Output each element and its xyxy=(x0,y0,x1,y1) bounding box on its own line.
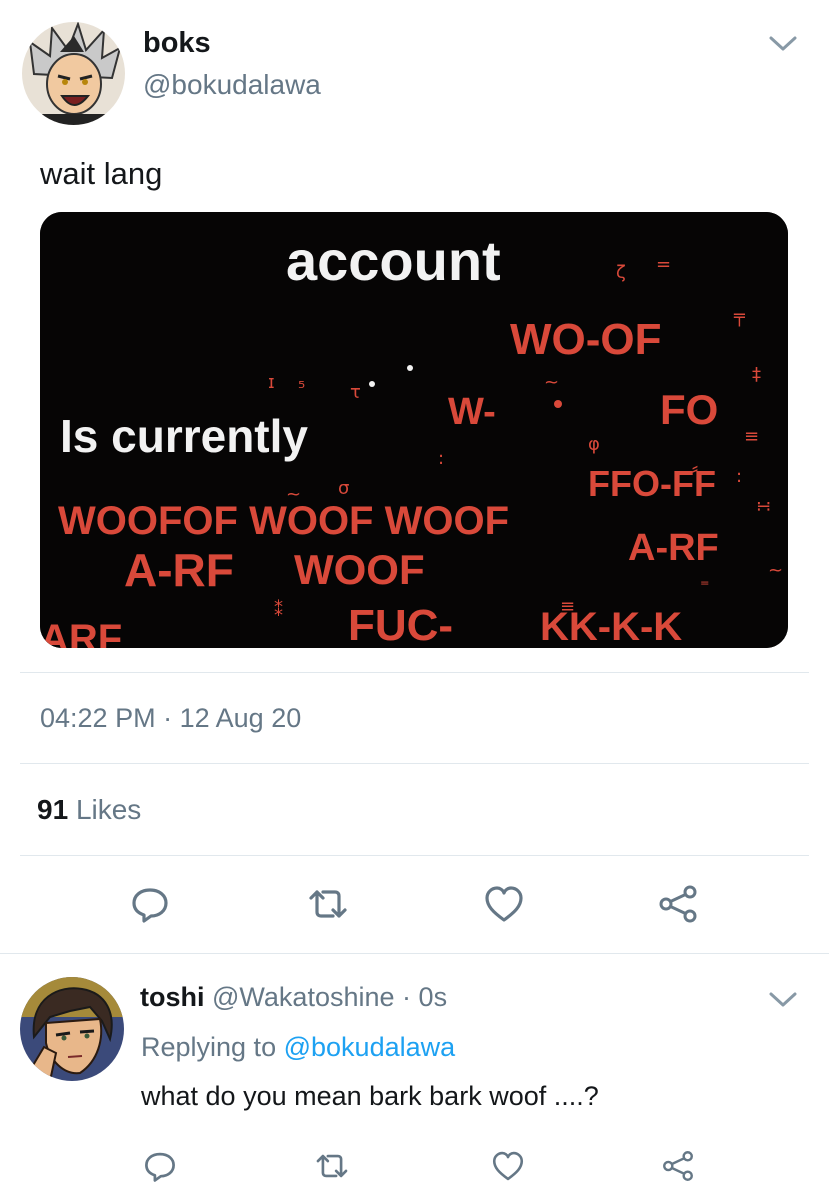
woof-6: A-RF xyxy=(628,527,719,569)
svg-text:~: ~ xyxy=(544,372,559,393)
woof-8: A-RF xyxy=(124,544,234,596)
reply-reply-button[interactable] xyxy=(140,1146,180,1186)
woof-1: WO-OF xyxy=(510,315,662,364)
image-text-currently: Is currently xyxy=(60,410,308,462)
likes-label: Likes xyxy=(75,794,142,825)
timestamp-separator: · xyxy=(163,703,173,733)
svg-text:φ: φ xyxy=(588,434,600,455)
reply-text: what do you mean bark bark woof ....? xyxy=(141,1081,599,1111)
reply-icon xyxy=(145,1152,175,1182)
anime-avatar-icon xyxy=(20,977,124,1081)
reply-display-name[interactable]: toshi xyxy=(140,982,205,1012)
tweet-date: 12 Aug 20 xyxy=(179,703,302,733)
reply-share-button[interactable] xyxy=(658,1146,698,1186)
divider-1 xyxy=(20,672,809,673)
reply-icon xyxy=(132,888,168,923)
retweet-button[interactable] xyxy=(302,880,354,928)
svg-text:σ: σ xyxy=(338,478,349,499)
woof-9: ARF xyxy=(40,617,122,648)
svg-text::: : xyxy=(438,448,444,469)
woof-5: WOOFOF WOOF WOOF xyxy=(58,499,509,543)
svg-text:⁼: ⁼ xyxy=(700,576,710,597)
retweet-icon xyxy=(316,1154,348,1178)
likes-number: 91 xyxy=(37,794,69,825)
reply-like-button[interactable] xyxy=(488,1146,528,1186)
woof-2: W- xyxy=(448,391,496,433)
divider-3 xyxy=(20,855,809,856)
share-icon xyxy=(659,885,697,923)
svg-text:≡: ≡ xyxy=(744,426,759,447)
reply-handle[interactable]: @Wakatoshine xyxy=(212,982,395,1012)
tweet-timestamp: 04:22 PM · 12 Aug 20 xyxy=(40,703,301,734)
share-icon xyxy=(663,1151,693,1181)
reply-separator: · xyxy=(402,982,412,1012)
svg-text:⁑: ⁑ xyxy=(274,599,283,621)
share-button[interactable] xyxy=(654,880,702,928)
woof-10: FUC- xyxy=(348,601,453,648)
user-handle[interactable]: @bokudalawa xyxy=(143,69,321,101)
svg-text:~: ~ xyxy=(768,560,783,581)
reply-chevron-down-icon[interactable] xyxy=(768,990,798,1015)
reply-time: 0s xyxy=(418,982,448,1012)
divider-2 xyxy=(20,763,809,764)
avatar[interactable] xyxy=(22,22,125,125)
reply-avatar[interactable] xyxy=(20,977,124,1081)
svg-text:⸗: ⸗ xyxy=(692,458,698,479)
tweet-text: wait lang xyxy=(40,156,163,191)
like-icon xyxy=(485,886,523,922)
svg-text:~: ~ xyxy=(286,484,301,505)
like-icon xyxy=(492,1151,524,1181)
chevron-down-icon[interactable] xyxy=(768,34,798,59)
svg-text:τ: τ xyxy=(350,382,361,403)
reply-header: toshi @Wakatoshine · 0s xyxy=(140,982,447,1013)
svg-text:∺: ∺ xyxy=(756,496,771,517)
meme-image: account Is currently WO-OF W- FO FFO-FF … xyxy=(40,212,788,648)
anime-avatar-icon xyxy=(22,22,125,125)
replying-to: Replying to @bokudalawa xyxy=(141,1032,455,1063)
svg-text::: : xyxy=(736,466,742,487)
svg-text:≡: ≡ xyxy=(560,596,575,617)
tweet-time: 04:22 PM xyxy=(40,703,156,733)
woof-3: FO xyxy=(660,386,718,433)
svg-text:⁵: ⁵ xyxy=(298,378,305,399)
svg-text:ζ: ζ xyxy=(616,262,626,283)
reply-button[interactable] xyxy=(126,880,174,928)
woof-7: WOOF xyxy=(294,546,425,593)
replying-to-label: Replying to xyxy=(141,1032,277,1062)
replying-to-mention[interactable]: @bokudalawa xyxy=(284,1032,456,1062)
reply-retweet-button[interactable] xyxy=(310,1146,354,1186)
like-button[interactable] xyxy=(480,880,528,928)
likes-count[interactable]: 91 Likes xyxy=(37,794,141,826)
divider-4 xyxy=(0,953,829,954)
svg-text:ɪ: ɪ xyxy=(268,372,275,393)
tweet-image[interactable]: account Is currently WO-OF W- FO FFO-FF … xyxy=(40,212,788,648)
svg-text:╤: ╤ xyxy=(733,306,746,327)
svg-text:‡: ‡ xyxy=(752,364,761,385)
image-text-account: account xyxy=(286,229,501,292)
display-name[interactable]: boks xyxy=(143,27,211,60)
svg-text:=: = xyxy=(656,254,671,275)
retweet-icon xyxy=(309,890,347,918)
